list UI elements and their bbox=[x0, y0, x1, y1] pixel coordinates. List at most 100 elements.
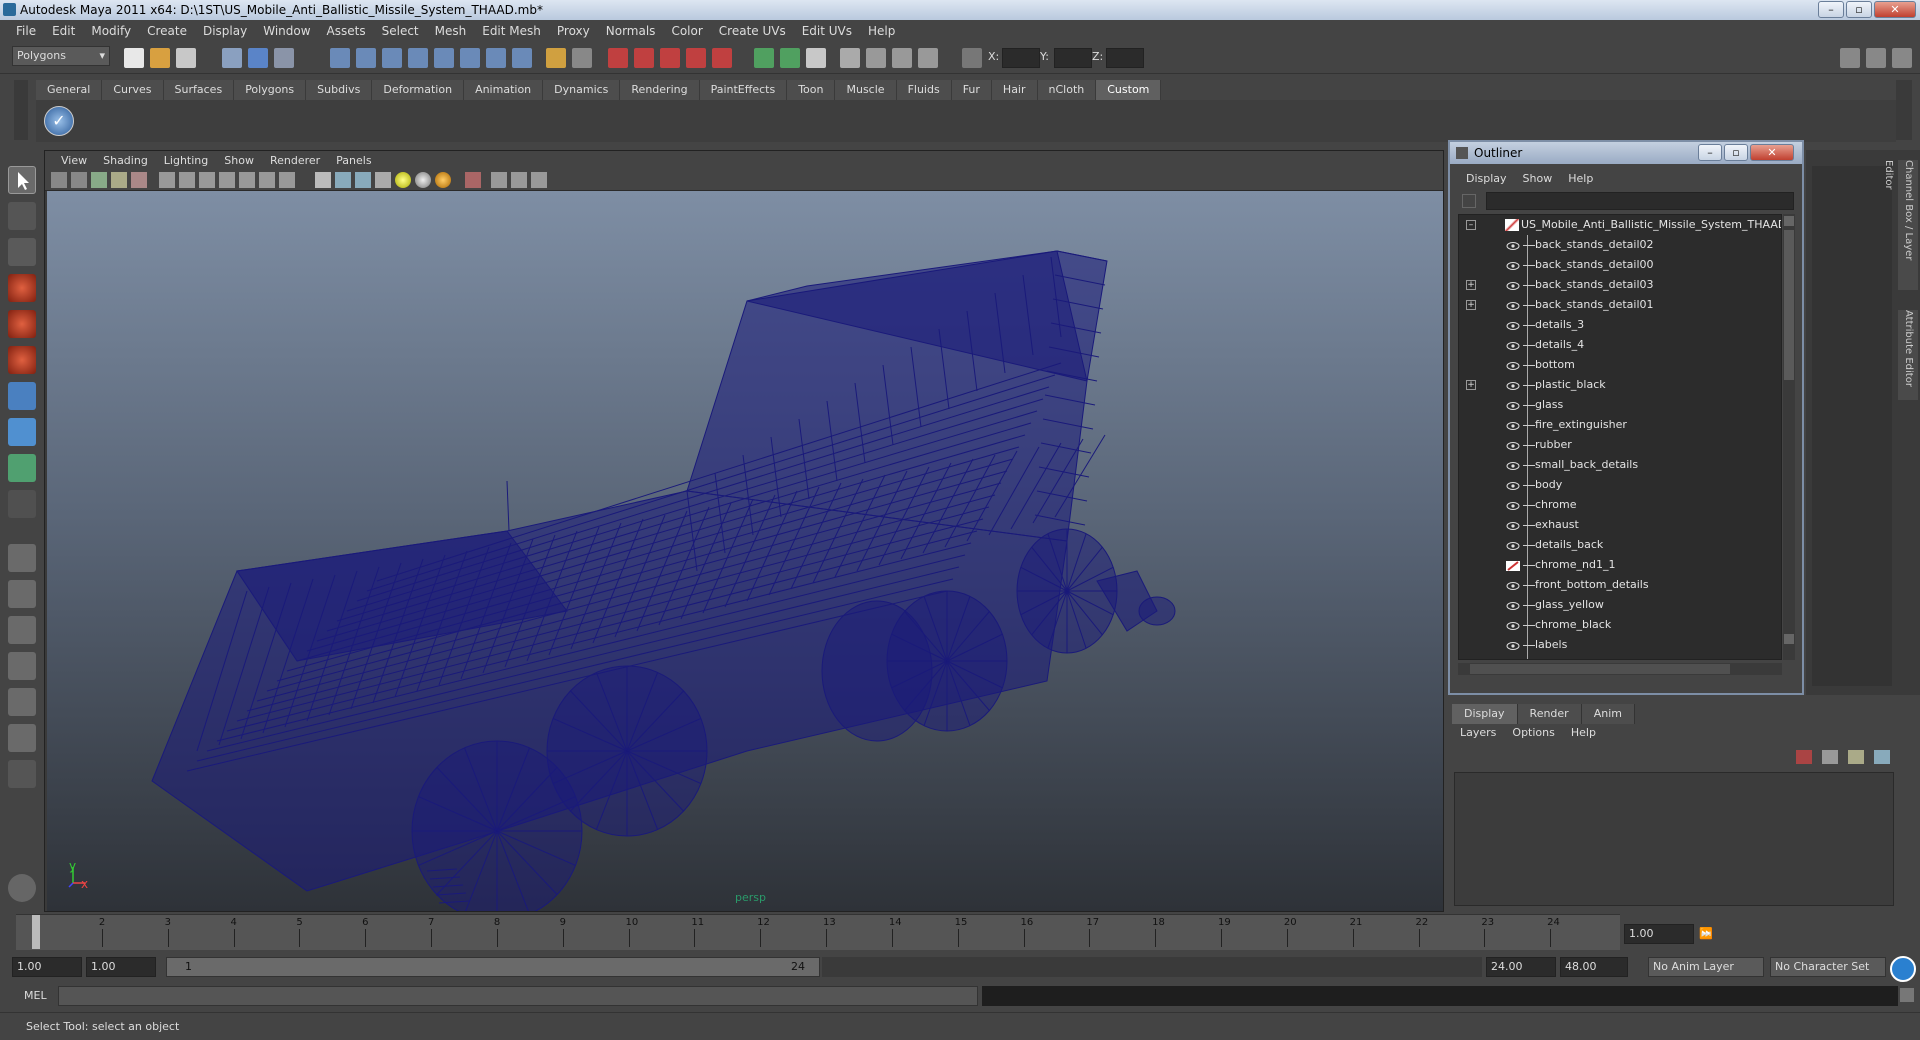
use-default-lights-icon[interactable] bbox=[395, 172, 411, 188]
more-layouts-icon[interactable] bbox=[8, 760, 36, 788]
hypershade-icon[interactable] bbox=[754, 48, 774, 68]
attribute-icon[interactable] bbox=[806, 48, 826, 68]
shelf-tab-animation[interactable]: Animation bbox=[464, 80, 544, 100]
select-component-icon[interactable] bbox=[274, 48, 294, 68]
menu-set-dropdown[interactable]: Polygons ▾ bbox=[12, 46, 110, 66]
layer-menu-help[interactable]: Help bbox=[1563, 726, 1604, 744]
shelf-tab-rendering[interactable]: Rendering bbox=[620, 80, 700, 100]
select-tool-icon[interactable] bbox=[8, 166, 36, 194]
snap-point-icon[interactable] bbox=[382, 48, 402, 68]
collapse-icon[interactable]: – bbox=[1466, 220, 1476, 230]
outliner-menu-display[interactable]: Display bbox=[1458, 172, 1515, 190]
outliner-toggle-icon[interactable] bbox=[918, 48, 938, 68]
outliner-horizontal-scrollbar[interactable] bbox=[1458, 663, 1782, 675]
shelf-scroll[interactable] bbox=[1896, 80, 1912, 140]
outliner-item[interactable]: exhaust bbox=[1459, 515, 1781, 535]
layer-menu-layers[interactable]: Layers bbox=[1452, 726, 1504, 744]
character-set-dropdown[interactable]: No Character Set bbox=[1770, 957, 1886, 977]
panel-menu-shading[interactable]: Shading bbox=[95, 154, 156, 167]
paw-icon[interactable] bbox=[8, 874, 36, 902]
history-icon[interactable] bbox=[608, 48, 628, 68]
shelf-tab-deformation[interactable]: Deformation bbox=[372, 80, 465, 100]
outliner-item[interactable]: glass bbox=[1459, 395, 1781, 415]
minimize-icon[interactable]: – bbox=[1818, 1, 1844, 18]
manipulator-tool-icon[interactable] bbox=[8, 382, 36, 410]
wireframe-icon[interactable] bbox=[315, 172, 331, 188]
hypershade-layout-icon[interactable] bbox=[8, 688, 36, 716]
outliner-item[interactable]: + back_stands_detail03 bbox=[1459, 275, 1781, 295]
outliner-item[interactable]: fire_extinguisher bbox=[1459, 415, 1781, 435]
filter-icon[interactable] bbox=[1462, 194, 1476, 208]
safe-title-icon[interactable] bbox=[279, 172, 295, 188]
all-lights-icon[interactable] bbox=[415, 172, 431, 188]
safe-action-icon[interactable] bbox=[259, 172, 275, 188]
persp-outliner-layout-icon[interactable] bbox=[8, 724, 36, 752]
last-tool-icon[interactable] bbox=[8, 490, 36, 518]
menu-assets[interactable]: Assets bbox=[319, 24, 374, 38]
toggle-channel-box-icon[interactable] bbox=[1892, 48, 1912, 68]
shelf-tab-curves[interactable]: Curves bbox=[102, 80, 164, 100]
mel-label[interactable]: MEL bbox=[24, 989, 47, 1002]
end-time-field[interactable]: 48.00 bbox=[1560, 957, 1628, 977]
script-editor-icon[interactable] bbox=[1900, 988, 1914, 1002]
toggle-tool-settings-icon[interactable] bbox=[1866, 48, 1886, 68]
start-time-field[interactable]: 1.00 bbox=[12, 957, 82, 977]
shelf-tab-dynamics[interactable]: Dynamics bbox=[543, 80, 621, 100]
outliner-item[interactable]: chrome_nd1_1 bbox=[1459, 555, 1781, 575]
shelf-tab-surfaces[interactable]: Surfaces bbox=[163, 80, 235, 100]
time-slider[interactable]: 123456789101112131415161718192021222324 bbox=[16, 914, 1620, 950]
outliner-item[interactable]: rubber bbox=[1459, 435, 1781, 455]
outliner-maximize-icon[interactable]: ▫ bbox=[1724, 144, 1748, 161]
snap-plane-icon[interactable] bbox=[408, 48, 428, 68]
panel-menu-view[interactable]: View bbox=[53, 154, 95, 167]
checkmark-icon[interactable]: ✓ bbox=[44, 106, 74, 136]
layer-move-down-icon[interactable] bbox=[1874, 750, 1890, 764]
gate-mask-icon[interactable] bbox=[219, 172, 235, 188]
outliner-item[interactable]: details_3 bbox=[1459, 315, 1781, 335]
move-tool-icon[interactable] bbox=[8, 274, 36, 302]
shelf-tab-subdivs[interactable]: Subdivs bbox=[306, 80, 373, 100]
playback-end-field[interactable]: 24.00 bbox=[1486, 957, 1556, 977]
render-view-icon[interactable] bbox=[780, 48, 800, 68]
new-layer-icon[interactable] bbox=[1796, 750, 1812, 764]
outliner-item[interactable]: body bbox=[1459, 475, 1781, 495]
outliner-item[interactable]: + plastic_black bbox=[1459, 375, 1781, 395]
current-frame-field[interactable]: 1.00 bbox=[1624, 924, 1694, 944]
layer-menu-options[interactable]: Options bbox=[1504, 726, 1562, 744]
grid-icon[interactable] bbox=[159, 172, 175, 188]
menu-proxy[interactable]: Proxy bbox=[549, 24, 598, 38]
menu-edit-uvs[interactable]: Edit UVs bbox=[794, 24, 860, 38]
tool-settings-icon[interactable] bbox=[866, 48, 886, 68]
soft-mod-tool-icon[interactable] bbox=[8, 418, 36, 446]
rotate-tool-icon[interactable] bbox=[8, 310, 36, 338]
resolution-gate-icon[interactable] bbox=[199, 172, 215, 188]
film-gate-icon[interactable] bbox=[179, 172, 195, 188]
four-pane-layout-icon[interactable] bbox=[8, 580, 36, 608]
menu-edit[interactable]: Edit bbox=[44, 24, 83, 38]
ipr-render-icon[interactable] bbox=[686, 48, 706, 68]
shelf-tab-toon[interactable]: Toon bbox=[787, 80, 836, 100]
menu-select[interactable]: Select bbox=[374, 24, 427, 38]
outliner-minimize-icon[interactable]: – bbox=[1698, 144, 1722, 161]
bookmark-icon[interactable] bbox=[91, 172, 107, 188]
menu-create[interactable]: Create bbox=[139, 24, 195, 38]
render-current-icon[interactable] bbox=[660, 48, 680, 68]
shadows-icon[interactable] bbox=[435, 172, 451, 188]
camera-attributes-icon[interactable] bbox=[71, 172, 87, 188]
menu-edit-mesh[interactable]: Edit Mesh bbox=[474, 24, 549, 38]
panel-menu-panels[interactable]: Panels bbox=[328, 154, 379, 167]
select-hierarchy-icon[interactable] bbox=[222, 48, 242, 68]
key-auto-icon[interactable] bbox=[1890, 956, 1916, 982]
channel-box-tab[interactable]: Channel Box / Layer Editor bbox=[1883, 160, 1918, 290]
shelf-tab-fluids[interactable]: Fluids bbox=[896, 80, 952, 100]
menu-help[interactable]: Help bbox=[860, 24, 903, 38]
layer-editor-icon[interactable] bbox=[892, 48, 912, 68]
shelf-tab-fur[interactable]: Fur bbox=[951, 80, 992, 100]
camera-select-icon[interactable] bbox=[51, 172, 67, 188]
transform-input-icon[interactable] bbox=[962, 48, 982, 68]
new-layer-selected-icon[interactable] bbox=[1822, 750, 1838, 764]
menu-window[interactable]: Window bbox=[255, 24, 318, 38]
z-field[interactable] bbox=[1106, 48, 1144, 68]
panel-menu-renderer[interactable]: Renderer bbox=[262, 154, 328, 167]
scale-tool-icon[interactable] bbox=[8, 346, 36, 374]
